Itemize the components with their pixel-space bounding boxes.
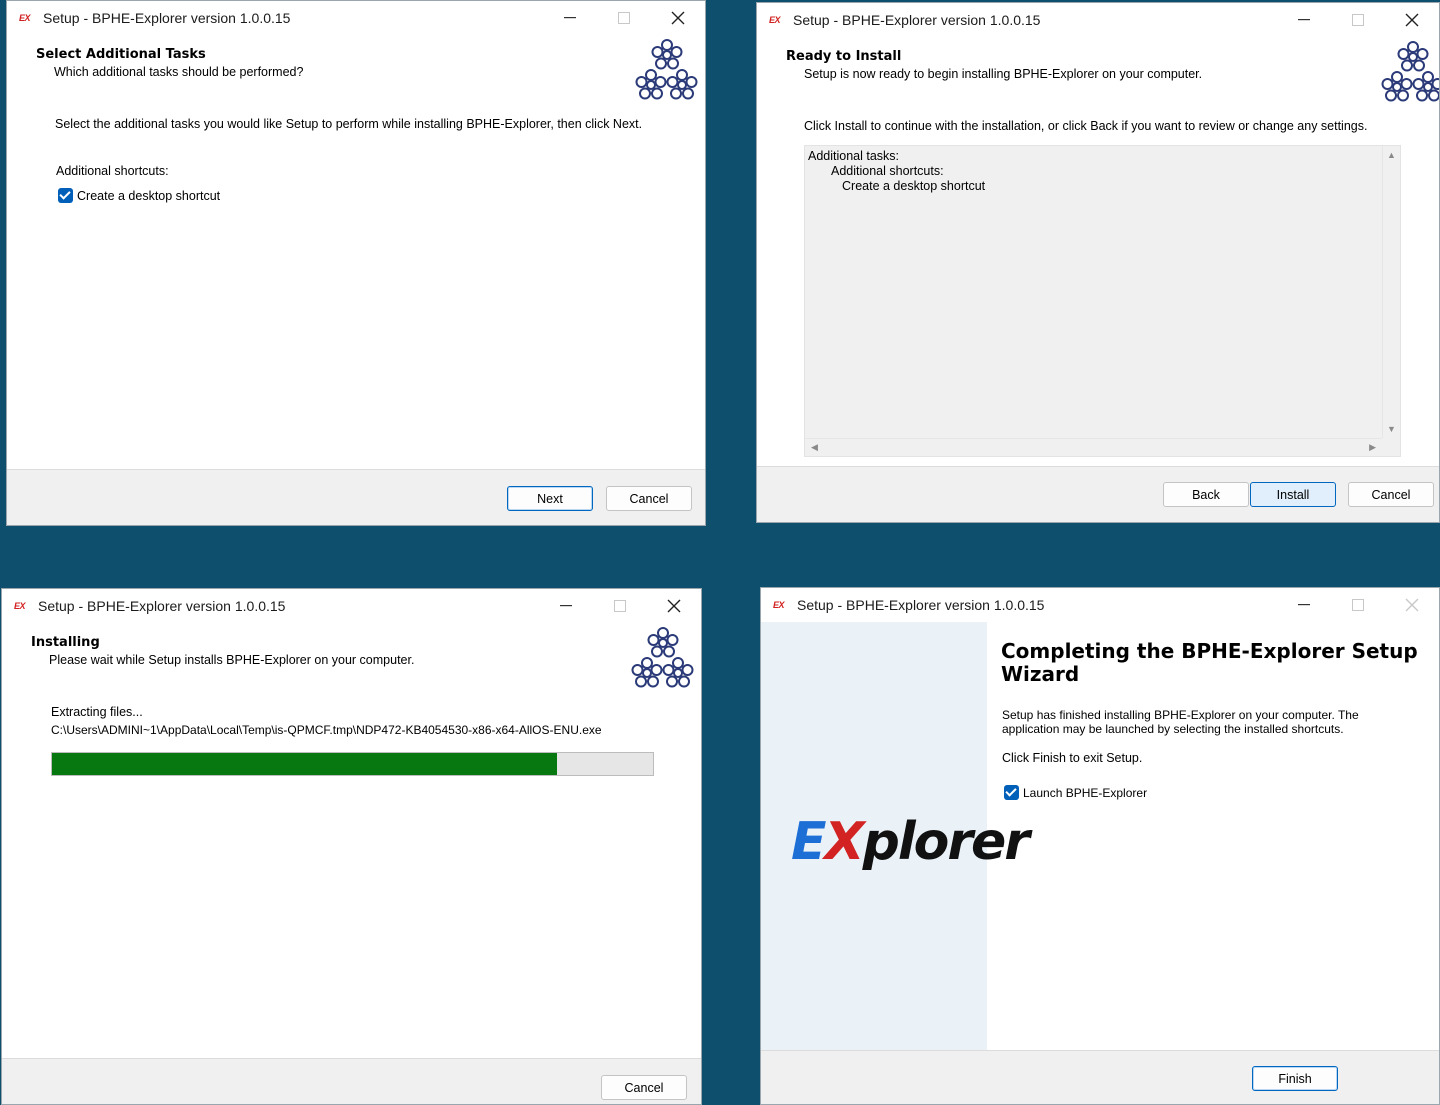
horizontal-scrollbar[interactable]: ◀ ▶ (805, 438, 1382, 456)
page-subheading: Please wait while Setup installs BPHE-Ex… (49, 653, 415, 667)
flower-logo-icon (635, 39, 698, 100)
progress-bar (51, 752, 654, 776)
exit-instruction: Click Finish to exit Setup. (1002, 751, 1143, 765)
wizard-footer: Finish (761, 1050, 1439, 1104)
completion-heading: Completing the BPHE-Explorer Setup Wizar… (1001, 639, 1418, 686)
wizard-header: Installing Please wait while Setup insta… (2, 623, 701, 693)
wizard-footer: Cancel (2, 1058, 701, 1104)
scroll-left-icon[interactable]: ◀ (811, 442, 818, 453)
setup-window-select-tasks: EX Setup - BPHE-Explorer version 1.0.0.1… (6, 0, 706, 526)
maximize-icon (593, 589, 647, 623)
window-title: Setup - BPHE-Explorer version 1.0.0.15 (797, 597, 1045, 613)
status-text: Extracting files... (51, 705, 143, 719)
cancel-button[interactable]: Cancel (601, 1075, 687, 1100)
close-icon[interactable] (647, 589, 701, 623)
title-bar[interactable]: EX Setup - BPHE-Explorer version 1.0.0.1… (757, 3, 1439, 37)
scroll-down-icon[interactable]: ▼ (1387, 424, 1396, 434)
close-icon (1385, 588, 1439, 622)
wizard-footer: Back Install Cancel (757, 466, 1439, 522)
wizard-sidebar: EXplorer (761, 622, 1030, 1051)
wizard-footer: Next Cancel (7, 469, 705, 525)
cancel-button[interactable]: Cancel (606, 486, 692, 511)
memo-line: Create a desktop shortcut (842, 179, 986, 193)
shortcuts-group-label: Additional shortcuts: (56, 164, 169, 178)
desktop-shortcut-checkbox[interactable]: Create a desktop shortcut (58, 188, 220, 203)
memo-line: Additional tasks: (808, 149, 900, 163)
setup-window-installing: EX Setup - BPHE-Explorer version 1.0.0.1… (1, 588, 702, 1105)
window-title: Setup - BPHE-Explorer version 1.0.0.15 (38, 598, 286, 614)
scroll-up-icon[interactable]: ▲ (1387, 150, 1396, 160)
setup-window-finished: EX Setup - BPHE-Explorer version 1.0.0.1… (760, 587, 1440, 1105)
minimize-icon[interactable] (1277, 588, 1331, 622)
app-icon: EX (19, 13, 31, 23)
flower-logo-icon (1381, 41, 1439, 102)
title-bar[interactable]: EX Setup - BPHE-Explorer version 1.0.0.1… (2, 589, 701, 623)
window-title: Setup - BPHE-Explorer version 1.0.0.15 (43, 10, 291, 26)
checkbox-checked-icon[interactable] (58, 188, 73, 203)
page-heading: Select Additional Tasks (36, 47, 206, 62)
flower-logo-icon (631, 627, 694, 688)
next-button[interactable]: Next (507, 486, 593, 511)
maximize-icon (1331, 3, 1385, 37)
checkbox-checked-icon[interactable] (1004, 785, 1019, 800)
wizard-header: Ready to Install Setup is now ready to b… (757, 37, 1439, 107)
minimize-icon[interactable] (539, 589, 593, 623)
instruction-text: Select the additional tasks you would li… (55, 117, 643, 131)
page-heading: Installing (31, 635, 100, 650)
file-path-text: C:\Users\ADMINI~1\AppData\Local\Temp\is-… (51, 723, 602, 737)
cancel-button[interactable]: Cancel (1348, 482, 1434, 507)
scroll-right-icon[interactable]: ▶ (1369, 442, 1376, 453)
app-icon: EX (773, 600, 785, 610)
title-bar[interactable]: EX Setup - BPHE-Explorer version 1.0.0.1… (7, 1, 705, 35)
wizard-header: Select Additional Tasks Which additional… (7, 35, 705, 105)
instruction-text: Click Install to continue with the insta… (804, 119, 1368, 133)
explorer-logo: EXplorer (791, 812, 1030, 872)
app-icon: EX (14, 601, 26, 611)
back-button[interactable]: Back (1163, 482, 1249, 507)
ready-memo-box[interactable]: Additional tasks: Additional shortcuts: … (804, 145, 1401, 457)
checkbox-label: Launch BPHE-Explorer (1023, 785, 1148, 800)
completion-message: Setup has finished installing BPHE-Explo… (1002, 708, 1359, 736)
install-button[interactable]: Install (1250, 482, 1336, 507)
minimize-icon[interactable] (1277, 3, 1331, 37)
progress-fill (52, 753, 557, 775)
setup-window-ready-to-install: EX Setup - BPHE-Explorer version 1.0.0.1… (756, 2, 1440, 523)
vertical-scrollbar[interactable]: ▲ ▼ (1382, 146, 1400, 438)
memo-line: Additional shortcuts: (831, 164, 944, 178)
close-icon[interactable] (1385, 3, 1439, 37)
page-subheading: Setup is now ready to begin installing B… (804, 67, 1203, 81)
page-subheading: Which additional tasks should be perform… (54, 65, 304, 79)
title-bar[interactable]: EX Setup - BPHE-Explorer version 1.0.0.1… (761, 588, 1439, 622)
app-icon: EX (769, 15, 781, 25)
window-title: Setup - BPHE-Explorer version 1.0.0.15 (793, 12, 1041, 28)
close-icon[interactable] (651, 1, 705, 35)
checkbox-label: Create a desktop shortcut (77, 188, 221, 203)
maximize-icon (597, 1, 651, 35)
minimize-icon[interactable] (543, 1, 597, 35)
maximize-icon (1331, 588, 1385, 622)
launch-checkbox[interactable]: Launch BPHE-Explorer (1004, 785, 1147, 800)
page-heading: Ready to Install (786, 49, 902, 64)
finish-button[interactable]: Finish (1252, 1066, 1338, 1091)
